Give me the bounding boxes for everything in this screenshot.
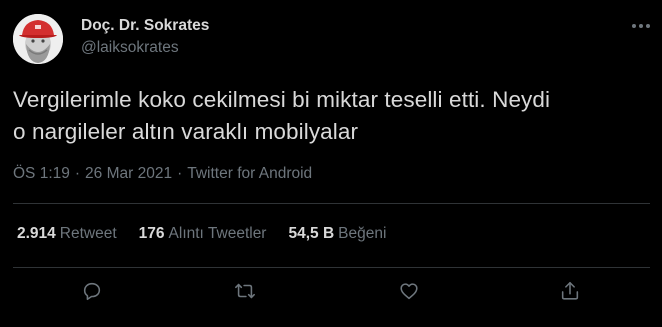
divider: [13, 267, 650, 268]
tweet-text-line: Vergilerimle koko cekilmesi bi miktar te…: [13, 87, 551, 112]
tweet-source[interactable]: Twitter for Android: [187, 165, 312, 182]
tweet-card: Doç. Dr. Sokrates @laiksokrates Vergiler…: [0, 0, 662, 327]
meta-separator: ·: [177, 165, 183, 182]
tweet-meta: ÖS 1:19 · 26 Mar 2021 · Twitter for Android: [13, 165, 312, 183]
like-count-label: Beğeni: [338, 225, 387, 242]
tweet-text-line: o nargileler altın varaklı mobilyalar: [13, 119, 359, 144]
quote-count-number: 176: [138, 225, 165, 242]
tweet-stats: 2.914 Retweet 176 Alıntı Tweetler 54,5 B Be…: [17, 225, 386, 243]
divider: [13, 203, 650, 204]
like-count[interactable]: 54,5 B Beğeni: [288, 225, 386, 243]
reply-icon: [83, 282, 101, 301]
share-button[interactable]: [555, 278, 585, 304]
like-icon: [400, 283, 418, 300]
reply-button[interactable]: [77, 278, 107, 304]
share-icon: [561, 281, 579, 300]
like-button[interactable]: [394, 278, 424, 304]
user-handle[interactable]: @laiksokrates: [81, 39, 179, 57]
tweet-date[interactable]: 26 Mar 2021: [85, 165, 172, 182]
retweet-icon: [235, 283, 255, 299]
more-icon: [632, 24, 650, 28]
retweet-button[interactable]: [230, 278, 260, 304]
avatar-portrait-icon: [13, 14, 63, 64]
meta-separator: ·: [74, 165, 81, 182]
like-count-number: 54,5 B: [288, 225, 335, 242]
display-name[interactable]: Doç. Dr. Sokrates: [81, 17, 209, 35]
retweet-count-number: 2.914: [17, 225, 56, 242]
quote-count-label: Alıntı Tweetler: [168, 225, 267, 242]
retweet-count[interactable]: 2.914 Retweet: [17, 225, 117, 243]
avatar[interactable]: [13, 14, 63, 64]
tweet-time[interactable]: ÖS 1:19: [13, 165, 70, 182]
quote-count[interactable]: 176 Alıntı Tweetler: [139, 225, 267, 243]
more-options-button[interactable]: [626, 14, 656, 38]
tweet-text: Vergilerimle koko cekilmesi bi miktar te…: [13, 84, 643, 148]
retweet-count-label: Retweet: [59, 225, 117, 242]
